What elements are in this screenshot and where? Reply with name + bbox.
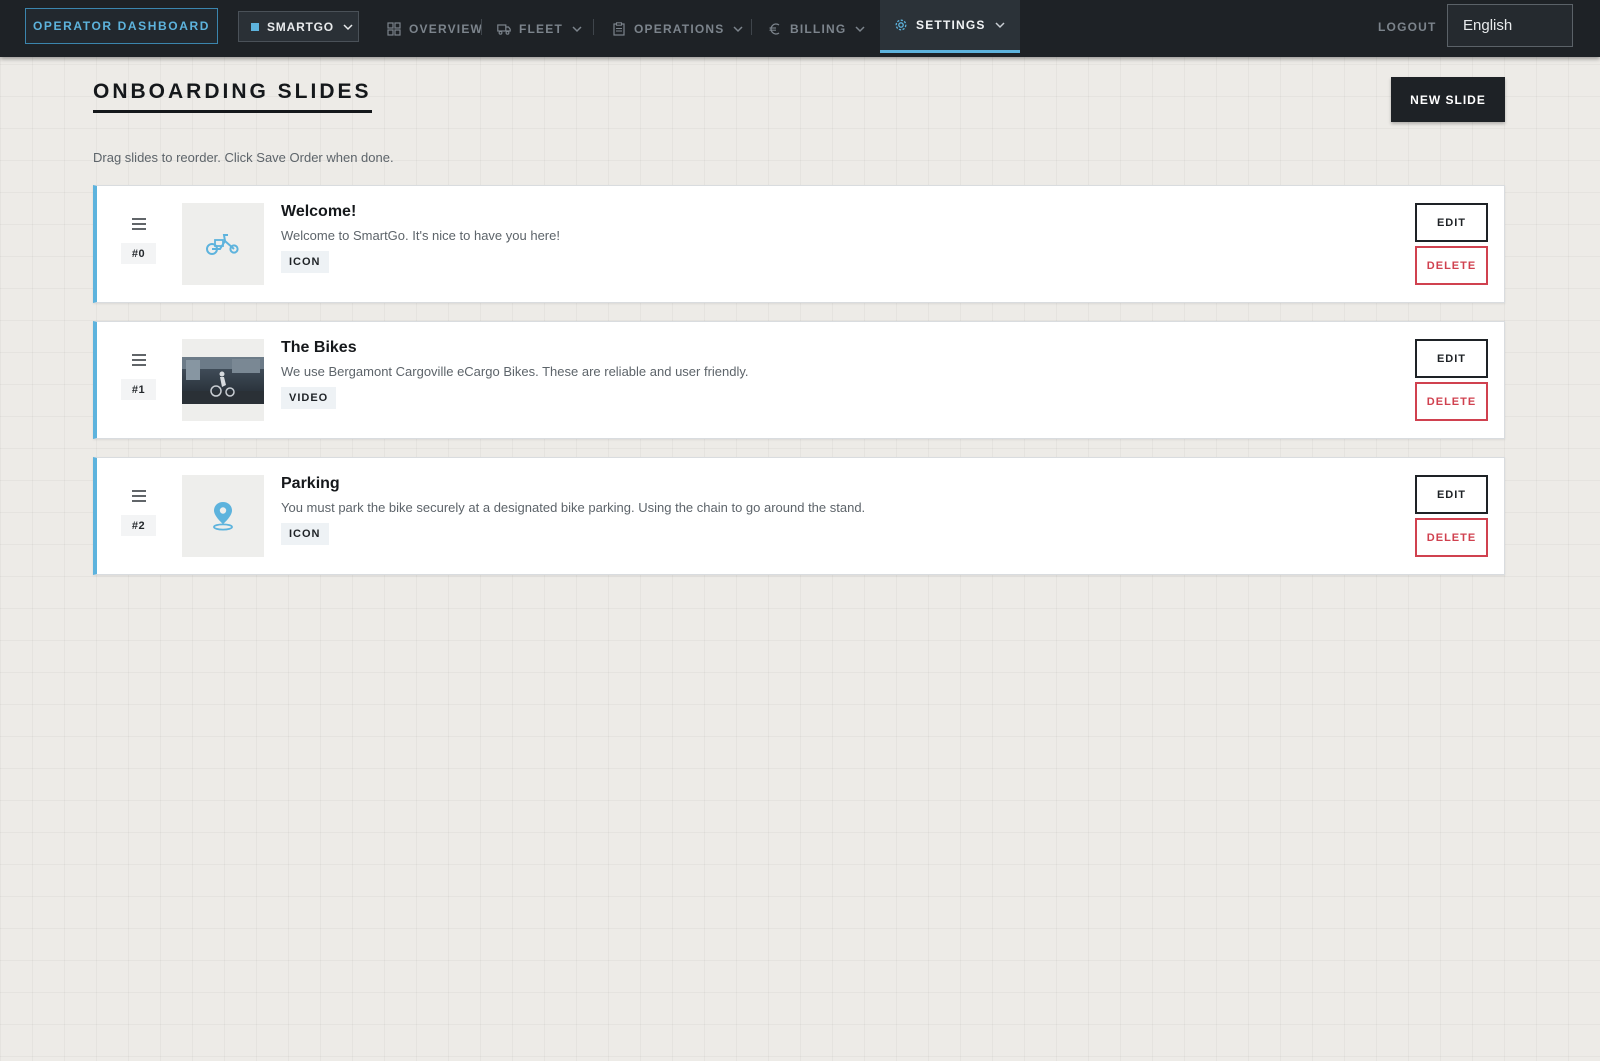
edit-button[interactable]: EDIT	[1415, 339, 1488, 378]
slide-type-tag: ICON	[281, 523, 329, 545]
language-select[interactable]: English	[1447, 4, 1573, 47]
nav-divider	[481, 19, 482, 35]
clipboard-icon	[612, 21, 626, 36]
logout-link[interactable]: LOGOUT	[1378, 20, 1437, 34]
slide-description: Welcome to SmartGo. It's nice to have yo…	[281, 228, 560, 243]
chevron-down-icon	[342, 21, 354, 33]
map-pin-icon	[210, 500, 236, 532]
drag-handle-icon[interactable]	[129, 352, 149, 368]
slide-thumbnail	[182, 203, 264, 285]
slide-order-badge: #0	[121, 243, 156, 264]
organization-select[interactable]: SMARTGO	[238, 11, 359, 42]
new-slide-button[interactable]: NEW SLIDE	[1391, 77, 1505, 122]
nav-operations-label: OPERATIONS	[634, 21, 725, 36]
nav-divider	[593, 19, 594, 35]
reorder-hint: Drag slides to reorder. Click Save Order…	[93, 150, 394, 165]
nav-billing-label: BILLING	[790, 21, 847, 36]
euro-icon	[768, 22, 782, 36]
organization-label: SMARTGO	[267, 19, 334, 34]
nav-overview-label: OVERVIEW	[409, 21, 484, 36]
organization-color-swatch	[251, 22, 259, 31]
drag-handle-icon[interactable]	[129, 216, 149, 232]
chevron-down-icon	[732, 23, 744, 35]
slide-title: Welcome!	[281, 203, 357, 220]
slide-type-tag: ICON	[281, 251, 329, 273]
drag-handle-icon[interactable]	[129, 488, 149, 504]
slide-type-tag: VIDEO	[281, 387, 337, 409]
slide-description: You must park the bike securely at a des…	[281, 500, 866, 515]
grid-icon	[387, 21, 401, 36]
truck-icon	[497, 22, 511, 36]
edit-button[interactable]: EDIT	[1415, 475, 1488, 514]
chevron-down-icon	[854, 23, 866, 35]
delete-button[interactable]: DELETE	[1415, 246, 1488, 285]
delete-button[interactable]: DELETE	[1415, 382, 1488, 421]
nav-settings-label: SETTINGS	[916, 18, 986, 32]
slide-order-badge: #2	[121, 515, 156, 536]
edit-button[interactable]: EDIT	[1415, 203, 1488, 242]
slide-card[interactable]: #0 Welcome! Welcome to SmartGo. It's nic…	[93, 185, 1505, 303]
nav-fleet[interactable]: FLEET	[497, 0, 583, 57]
operator-dashboard-button[interactable]: OPERATOR DASHBOARD	[25, 8, 218, 44]
slide-order-badge: #1	[121, 379, 156, 400]
delete-button[interactable]: DELETE	[1415, 518, 1488, 557]
slide-description: We use Bergamont Cargoville eCargo Bikes…	[281, 364, 749, 379]
page-title: ONBOARDING SLIDES	[93, 80, 372, 113]
cargo-bike-icon	[205, 231, 241, 257]
nav-settings[interactable]: SETTINGS	[880, 0, 1020, 53]
slide-thumbnail	[182, 339, 264, 421]
slide-title: The Bikes	[281, 339, 357, 356]
gear-icon	[894, 18, 908, 32]
slide-thumbnail	[182, 475, 264, 557]
chevron-down-icon	[571, 23, 583, 35]
slide-card[interactable]: #1 The Bikes We use Bergamont Cargoville…	[93, 321, 1505, 439]
nav-divider	[751, 19, 752, 35]
nav-operations[interactable]: OPERATIONS	[612, 0, 744, 57]
top-navigation-bar: OPERATOR DASHBOARD SMARTGO OVERVIEW FLEE…	[0, 0, 1600, 57]
nav-billing[interactable]: BILLING	[768, 0, 866, 57]
slide-card[interactable]: #2 Parking You must park the bike secure…	[93, 457, 1505, 575]
chevron-down-icon	[994, 19, 1006, 31]
slide-title: Parking	[281, 475, 340, 492]
nav-overview[interactable]: OVERVIEW	[387, 0, 483, 57]
nav-fleet-label: FLEET	[519, 21, 563, 36]
video-thumbnail-image	[182, 356, 264, 404]
